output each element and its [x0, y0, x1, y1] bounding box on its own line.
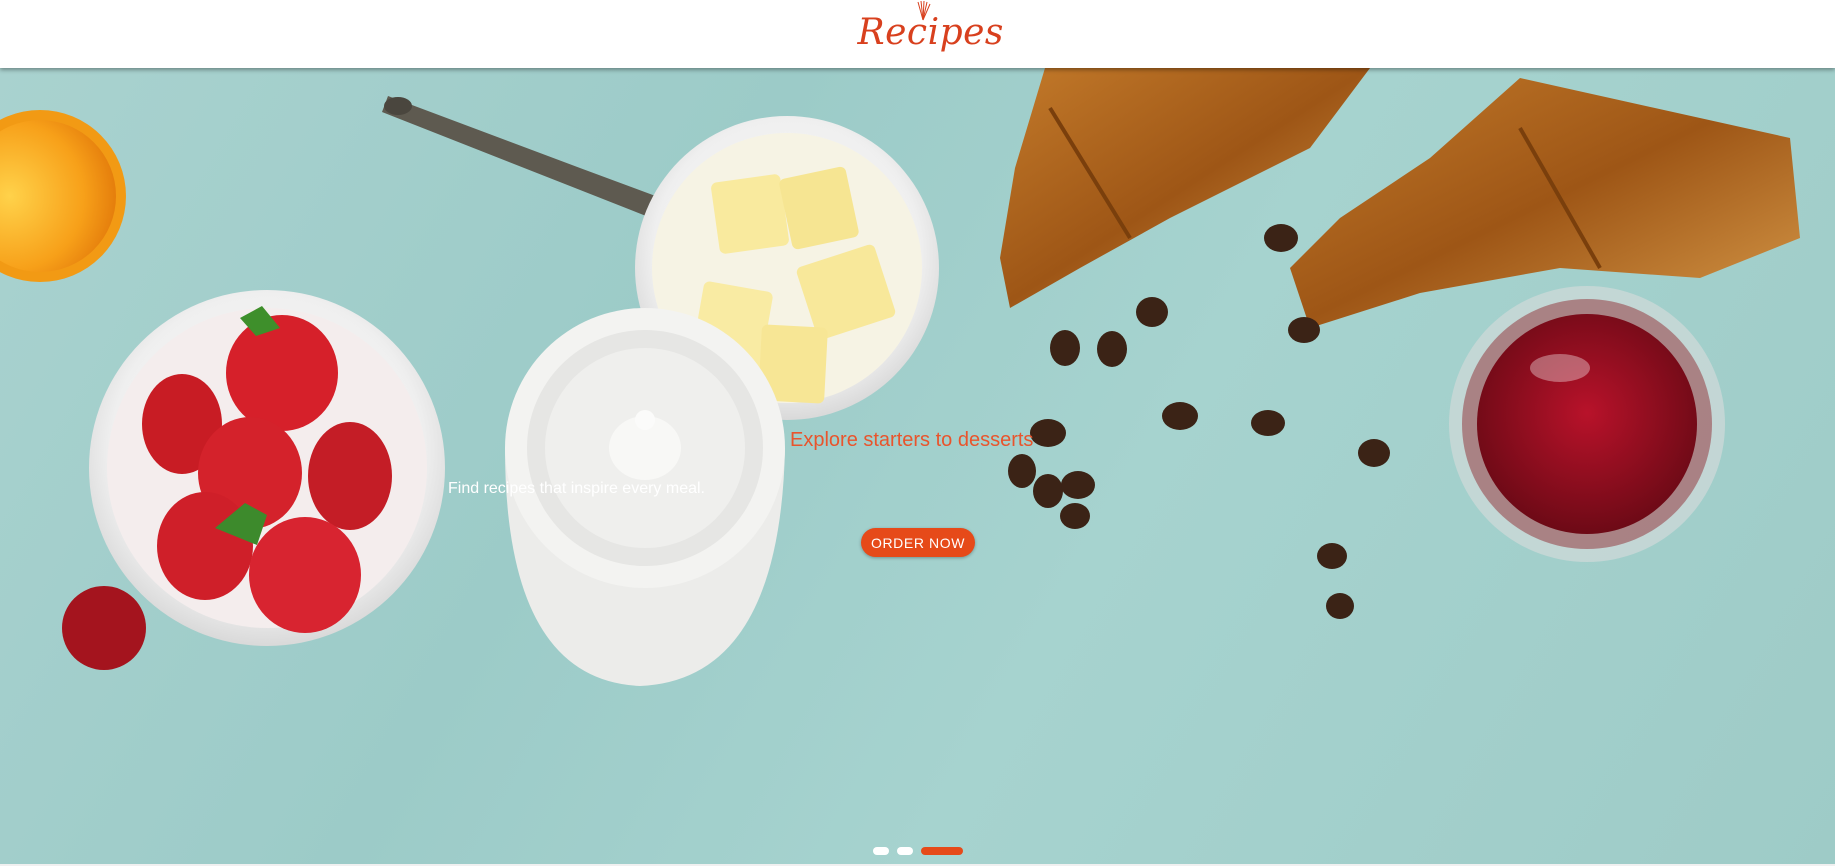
- croissants: [1000, 68, 1800, 328]
- raspberry: [62, 586, 146, 670]
- logo-text: Recipes: [857, 12, 1004, 53]
- carousel-indicator-3[interactable]: [921, 847, 963, 855]
- brand-logo[interactable]: Recipes: [857, 0, 1004, 60]
- orange-slice: [0, 110, 126, 282]
- hero-background-image: [0, 68, 1800, 686]
- carousel-indicator-2[interactable]: [897, 847, 913, 855]
- carousel-indicator-1[interactable]: [873, 847, 889, 855]
- hero-heading: Explore starters to desserts: [790, 429, 1034, 451]
- hero-carousel: Explore starters to desserts Find recipe…: [0, 68, 1835, 864]
- jam-jar: [1449, 286, 1725, 562]
- top-navbar: Recipes: [0, 0, 1835, 68]
- order-now-button[interactable]: ORDER NOW: [861, 528, 975, 557]
- hero-subtitle: Find recipes that inspire every meal.: [448, 480, 705, 497]
- carousel-indicators: [873, 847, 963, 855]
- strawberry-bowl: [89, 290, 445, 646]
